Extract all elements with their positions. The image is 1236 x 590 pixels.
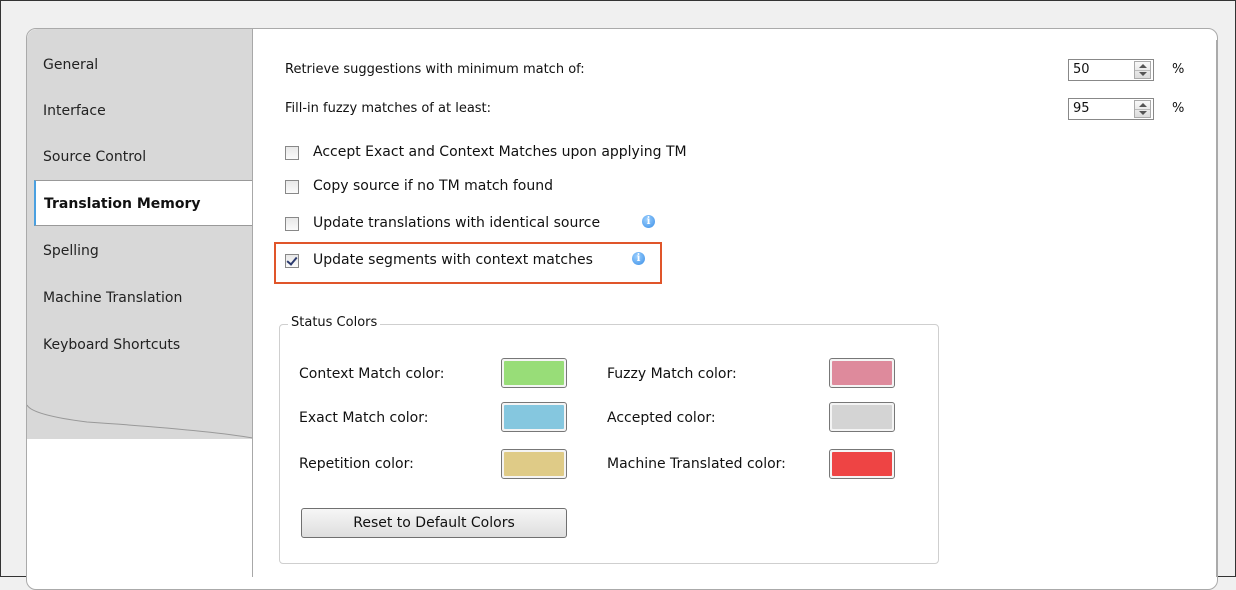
fuzzy-fill-stepper[interactable] [1134, 100, 1151, 118]
copy-source-checkbox[interactable] [285, 180, 299, 194]
swatch-fill [832, 452, 892, 476]
stepper-divider [1135, 109, 1150, 110]
arrow-down-icon[interactable] [1139, 111, 1147, 115]
min-match-unit: % [1172, 62, 1185, 77]
min-match-value[interactable]: 50 [1073, 62, 1090, 77]
fuzzy-fill-value[interactable]: 95 [1073, 101, 1090, 116]
accept-exact-context-checkbox[interactable] [285, 146, 299, 160]
dialog-right-edge [1216, 40, 1217, 577]
arrow-up-icon[interactable] [1139, 103, 1147, 107]
copy-source-label[interactable]: Copy source if no TM match found [313, 178, 553, 194]
sidebar-item-translation-memory[interactable]: Translation Memory [34, 180, 252, 226]
fuzzy-fill-label: Fill-in fuzzy matches of at least: [285, 101, 492, 116]
swatch-fill [832, 361, 892, 385]
machine-translated-color-label: Machine Translated color: [607, 456, 786, 472]
min-match-label: Retrieve suggestions with minimum match … [285, 62, 585, 77]
swatch-fill [504, 361, 564, 385]
min-match-spinbox[interactable]: 50 [1068, 59, 1154, 81]
reset-default-colors-button[interactable]: Reset to Default Colors [301, 508, 567, 538]
stepper-divider [1135, 70, 1150, 71]
sidebar-item-interface[interactable]: Interface [43, 99, 106, 123]
fuzzy-fill-spinbox[interactable]: 95 [1068, 98, 1154, 120]
fuzzy-match-color-label: Fuzzy Match color: [607, 366, 737, 382]
min-match-stepper[interactable] [1134, 61, 1151, 79]
machine-translated-color-swatch[interactable] [829, 449, 895, 479]
arrow-down-icon[interactable] [1139, 72, 1147, 76]
repetition-color-label: Repetition color: [299, 456, 414, 472]
swatch-fill [504, 452, 564, 476]
exact-match-color-label: Exact Match color: [299, 410, 429, 426]
context-match-color-label: Context Match color: [299, 366, 445, 382]
sidebar-item-spelling[interactable]: Spelling [43, 239, 99, 263]
sidebar-item-keyboard-shortcuts[interactable]: Keyboard Shortcuts [43, 333, 180, 357]
exact-match-color-swatch[interactable] [501, 402, 567, 432]
accept-exact-context-label[interactable]: Accept Exact and Context Matches upon ap… [313, 144, 687, 160]
sidebar-item-source-control[interactable]: Source Control [43, 145, 146, 169]
highlight-box [274, 242, 662, 284]
fuzzy-match-color-swatch[interactable] [829, 358, 895, 388]
swatch-fill [504, 405, 564, 429]
accepted-color-label: Accepted color: [607, 410, 716, 426]
context-match-color-swatch[interactable] [501, 358, 567, 388]
update-identical-label[interactable]: Update translations with identical sourc… [313, 215, 600, 231]
sidebar-divider [252, 29, 253, 577]
sidebar-curve [27, 380, 253, 439]
repetition-color-swatch[interactable] [501, 449, 567, 479]
accepted-color-swatch[interactable] [829, 402, 895, 432]
info-icon[interactable]: i [642, 215, 655, 228]
sidebar-item-machine-translation[interactable]: Machine Translation [43, 286, 182, 310]
update-identical-checkbox[interactable] [285, 217, 299, 231]
status-colors-title: Status Colors [288, 315, 381, 330]
sidebar-item-general[interactable]: General [43, 53, 98, 77]
fuzzy-fill-unit: % [1172, 101, 1185, 116]
arrow-up-icon[interactable] [1139, 64, 1147, 68]
swatch-fill [832, 405, 892, 429]
sidebar [27, 29, 253, 439]
